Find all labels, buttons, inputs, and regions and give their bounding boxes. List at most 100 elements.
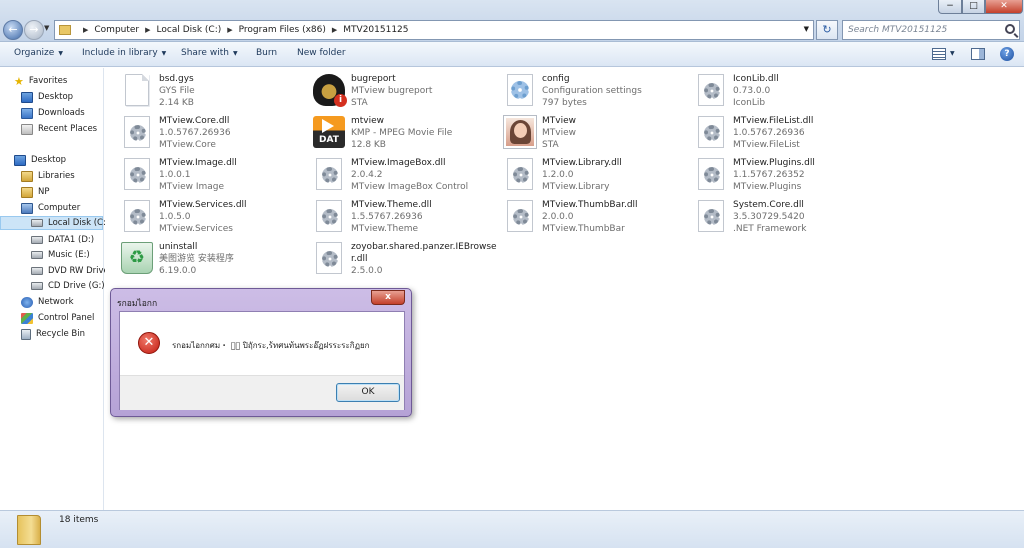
nav-label: Favorites — [28, 76, 68, 86]
file-item[interactable]: MTview MTview STA — [504, 113, 689, 153]
nav-np[interactable]: NP — [21, 185, 49, 199]
nav-desktop-favorite[interactable]: Desktop — [21, 90, 73, 104]
recycle-bin-icon — [21, 328, 31, 340]
nav-label: CD Drive (G:) — [48, 281, 105, 291]
file-name: zoyobar.shared.panzer.IEBrowser.dll — [351, 242, 497, 264]
gear-icon — [704, 83, 720, 99]
preview-pane-icon[interactable] — [971, 48, 985, 60]
breadcrumb-computer[interactable]: Computer — [94, 25, 139, 35]
gear-icon — [704, 167, 720, 183]
close-window-button[interactable]: ✕ — [985, 0, 1023, 14]
ok-button[interactable]: OK — [336, 383, 400, 402]
nav-recycle-bin[interactable]: Recycle Bin — [21, 327, 85, 341]
organize-button[interactable]: Organize ▼ — [14, 48, 63, 58]
gear-icon — [322, 209, 338, 225]
error-dialog: รกอมไอกก x ✕ รกอมไอกกศม・ บ゚ ปิฤักระ,ร้ทศ… — [110, 288, 412, 417]
nav-network[interactable]: Network — [21, 295, 74, 309]
include-in-library-button[interactable]: Include in library ▼ — [82, 48, 166, 58]
file-item[interactable]: zoyobar.shared.panzer.IEBrowser.dll 2.5.0… — [313, 239, 498, 291]
dll-icon — [507, 200, 533, 232]
file-item[interactable]: DAT mtview KMP - MPEG Movie File 12.8 KB — [313, 113, 498, 153]
file-item[interactable]: MTview.Plugins.dll 1.1.5767.26352 MTview.P… — [695, 155, 880, 195]
file-item[interactable]: bsd.gys GYS File 2.14 KB — [121, 71, 306, 111]
address-dropdown-icon[interactable]: ▼ — [804, 25, 809, 33]
file-name: config — [542, 74, 570, 84]
file-item[interactable]: System.Core.dll 3.5.30729.5420 .NET Framew… — [695, 197, 880, 237]
nav-computer[interactable]: Computer — [21, 201, 80, 215]
breadcrumb-chevron-icon[interactable]: ▶ — [83, 26, 88, 34]
file-type: Configuration settings — [542, 86, 642, 96]
breadcrumb-program-files[interactable]: Program Files (x86) — [239, 25, 326, 35]
file-size: 797 bytes — [542, 98, 587, 108]
burn-button[interactable]: Burn — [256, 48, 277, 58]
nav-local-disk-c[interactable]: Local Disk (C:) — [0, 216, 109, 230]
file-name: bugreport — [351, 74, 396, 84]
breadcrumb-chevron-icon[interactable]: ▶ — [145, 26, 150, 34]
nav-control-panel[interactable]: Control Panel — [21, 311, 94, 325]
file-description: MTview.FileList — [733, 140, 800, 150]
folder-icon — [59, 25, 71, 35]
view-options-dropdown[interactable]: ▼ — [950, 50, 955, 57]
dll-icon — [124, 158, 150, 190]
dat-file-icon: DAT — [313, 116, 345, 148]
file-size: 2.14 KB — [159, 98, 194, 108]
error-message: รกอมไอกกศม・ บ゚ ปิฤักระ,ร้ทศนท้นพระอ๊ฏฝรร… — [172, 341, 370, 350]
libraries-icon — [21, 170, 33, 182]
nav-favorites[interactable]: ★ Favorites — [14, 74, 67, 88]
file-description: MTview Image — [159, 182, 225, 192]
dll-icon — [698, 158, 724, 190]
address-bar[interactable]: ▶ Computer ▶ Local Disk (C:) ▶ Program F… — [54, 20, 814, 40]
breadcrumb-chevron-icon[interactable]: ▶ — [332, 26, 337, 34]
command-bar: Organize ▼ Include in library ▼ Share with… — [0, 42, 1024, 67]
navigation-pane: ★ Favorites Desktop Downloads Recent Plac… — [0, 68, 109, 510]
search-input[interactable]: Search MTV20151125 — [842, 20, 1020, 40]
recent-pages-dropdown[interactable]: ▼ — [44, 24, 49, 32]
change-view-icon[interactable] — [932, 48, 946, 60]
nav-music-e[interactable]: Music (E:) — [31, 248, 90, 262]
file-item[interactable]: ♻ uninstall 美图游览 安装程序 6.19.0.0 — [121, 239, 306, 279]
file-item[interactable]: MTview.Core.dll 1.0.5767.26936 MTview.Core — [121, 113, 306, 153]
forward-button[interactable]: → — [24, 20, 44, 40]
gear-icon — [513, 209, 529, 225]
file-item[interactable]: MTview.Services.dll 1.0.5.0 MTview.Service… — [121, 197, 306, 237]
gear-icon — [704, 125, 720, 141]
dll-icon — [316, 200, 342, 232]
nav-desktop[interactable]: Desktop — [14, 153, 66, 167]
share-with-label: Share with — [181, 48, 229, 58]
file-item[interactable]: i bugreport MTview bugreport STA — [313, 71, 498, 111]
nav-libraries[interactable]: Libraries — [21, 169, 75, 183]
nav-data1-d[interactable]: DATA1 (D:) — [31, 233, 94, 247]
file-item[interactable]: MTview.Image.dll 1.0.0.1 MTview Image — [121, 155, 306, 195]
hard-drive-icon — [31, 219, 43, 227]
file-item[interactable]: MTview.Library.dll 1.2.0.0 MTview.Library — [504, 155, 689, 195]
maximize-button[interactable]: □ — [962, 0, 985, 14]
nav-label: Recycle Bin — [36, 329, 86, 339]
breadcrumb-mtv-folder[interactable]: MTV20151125 — [343, 25, 408, 35]
file-item[interactable]: MTview.ThumbBar.dll 2.0.0.0 MTview.ThumbBa… — [504, 197, 689, 237]
nav-recent-places[interactable]: Recent Places — [21, 122, 97, 136]
share-with-button[interactable]: Share with ▼ — [181, 48, 238, 58]
file-item[interactable]: MTview.FileList.dll 1.0.5767.26936 MTview.… — [695, 113, 880, 153]
breadcrumb-local-disk[interactable]: Local Disk (C:) — [157, 25, 222, 35]
nav-downloads[interactable]: Downloads — [21, 106, 85, 120]
file-item[interactable]: MTview.Theme.dll 1.5.5767.26936 MTview.The… — [313, 197, 498, 237]
nav-label: Local Disk (C:) — [48, 218, 110, 228]
file-description: IconLib — [733, 98, 766, 108]
breadcrumb-chevron-icon[interactable]: ▶ — [227, 26, 232, 34]
file-item[interactable]: MTview.ImageBox.dll 2.0.4.2 MTview ImageBo… — [313, 155, 498, 195]
back-button[interactable]: ← — [3, 20, 23, 40]
gear-icon — [322, 251, 338, 267]
nav-cd-drive-g[interactable]: CD Drive (G:) — [31, 279, 105, 293]
file-item[interactable]: IconLib.dll 0.73.0.0 IconLib — [695, 71, 880, 111]
help-button[interactable]: ? — [1000, 47, 1014, 61]
gear-icon — [511, 81, 529, 99]
new-folder-button[interactable]: New folder — [297, 48, 346, 58]
minimize-button[interactable]: − — [938, 0, 962, 14]
dialog-body: ✕ รกอมไอกกศม・ บ゚ ปิฤักระ,ร้ทศนท้นพระอ๊ฏฝ… — [119, 311, 405, 410]
refresh-button[interactable]: ↻ — [816, 20, 838, 40]
include-in-library-label: Include in library — [82, 48, 158, 58]
file-item[interactable]: config Configuration settings 797 bytes — [504, 71, 689, 111]
nav-dvd-rw-drive[interactable]: DVD RW Drive — [31, 264, 109, 278]
dialog-close-button[interactable]: x — [371, 290, 405, 305]
dll-icon — [124, 116, 150, 148]
